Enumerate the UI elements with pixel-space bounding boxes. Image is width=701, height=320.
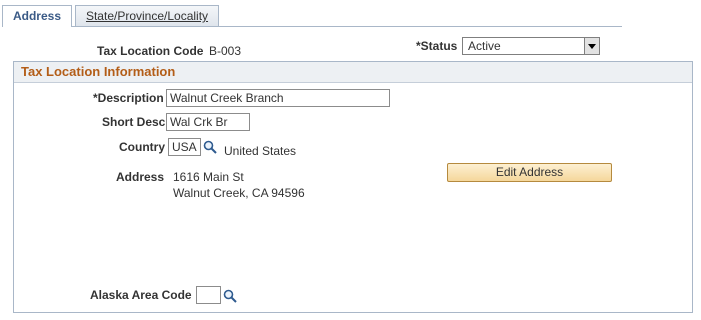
description-label: *Description	[93, 91, 164, 105]
magnifying-glass-icon[interactable]	[203, 140, 217, 154]
edit-address-button[interactable]: Edit Address	[447, 163, 612, 182]
address-line-2: Walnut Creek, CA 94596	[173, 186, 305, 200]
tab-divider	[2, 26, 622, 27]
tab-address[interactable]: Address	[2, 5, 72, 27]
status-select[interactable]: Active	[462, 37, 600, 55]
alaska-area-code-input[interactable]	[196, 286, 221, 304]
tab-label: State/Province/Locality	[85, 9, 209, 23]
tab-state-province-locality[interactable]: State/Province/Locality	[75, 5, 219, 26]
status-label: *Status	[416, 39, 458, 53]
magnifying-glass-icon[interactable]	[223, 289, 237, 303]
section-title: Tax Location Information	[21, 64, 176, 79]
country-label: Country	[119, 140, 165, 154]
tax-location-code-value: B-003	[209, 44, 242, 58]
short-desc-input[interactable]: Wal Crk Br	[166, 113, 250, 131]
description-input[interactable]: Walnut Creek Branch	[166, 89, 390, 107]
country-input[interactable]: USA	[168, 138, 201, 156]
tax-location-code-label: Tax Location Code	[97, 44, 204, 58]
short-desc-label: Short Desc	[102, 115, 166, 129]
group-header: Tax Location Information	[14, 62, 692, 83]
status-selected-value: Active	[468, 39, 501, 53]
address-label: Address	[116, 170, 165, 184]
address-line-1: 1616 Main St	[173, 170, 244, 184]
chevron-down-icon[interactable]	[584, 38, 599, 54]
country-name: United States	[224, 144, 297, 158]
alaska-area-code-label: Alaska Area Code	[90, 288, 192, 302]
